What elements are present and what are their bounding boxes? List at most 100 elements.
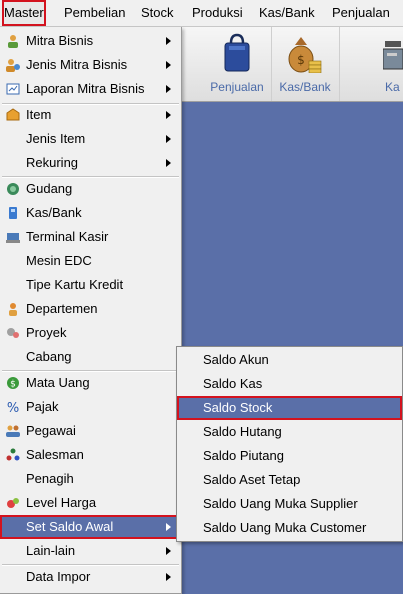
menu-item-lain-lain[interactable]: Lain-lain <box>0 539 181 563</box>
menu-item-label: Mata Uang <box>26 375 90 390</box>
cash-register-icon <box>383 41 403 70</box>
menu-item-set-saldo-awal[interactable]: Set Saldo Awal <box>0 515 181 539</box>
menu-item-label: Mitra Bisnis <box>26 33 94 48</box>
menu-item-pajak[interactable]: % Pajak <box>0 395 181 419</box>
menu-item-kas-bank[interactable]: Kas/Bank <box>0 201 181 225</box>
menu-item-label: Jenis Item <box>26 131 86 146</box>
percent-icon: % <box>6 400 20 414</box>
submenu-arrow-icon <box>166 37 171 45</box>
menu-item-proyek[interactable]: Proyek <box>0 321 181 345</box>
submenu-arrow-icon <box>166 61 171 69</box>
salesman-icon <box>6 448 20 462</box>
menu-item-tipe-kartu-kredit[interactable]: Tipe Kartu Kredit <box>0 273 181 297</box>
report-icon <box>6 82 20 96</box>
menu-item-label: Rekuring <box>26 155 79 170</box>
master-menu: Mitra Bisnis Jenis Mitra Bisnis Laporan … <box>0 27 182 594</box>
svg-text:%: % <box>7 401 19 414</box>
submenu-item-label: Saldo Kas <box>203 376 263 391</box>
toolbar-kasir-label: Ka <box>385 80 400 94</box>
menu-item-label: Jenis Mitra Bisnis <box>26 57 128 72</box>
submenu-arrow-icon <box>166 573 171 581</box>
menu-penjualan[interactable]: Penjualan <box>330 0 392 26</box>
menu-item-laporan-mitra-bisnis[interactable]: Laporan Mitra Bisnis <box>0 77 181 101</box>
toolbar-kas-bank-label: Kas/Bank <box>279 80 331 94</box>
department-icon <box>6 302 20 316</box>
submenu-arrow-icon <box>166 111 171 119</box>
menu-produksi[interactable]: Produksi <box>190 0 245 26</box>
submenu-item-label: Saldo Hutang <box>203 424 282 439</box>
saldo-awal-submenu: Saldo Akun Saldo Kas Saldo Stock Saldo H… <box>176 346 403 542</box>
menu-item-departemen[interactable]: Departemen <box>0 297 181 321</box>
menu-item-mitra-bisnis[interactable]: Mitra Bisnis <box>0 29 181 53</box>
menu-item-item[interactable]: Item <box>0 103 181 127</box>
employee-icon <box>6 424 20 438</box>
menu-item-mata-uang[interactable]: $ Mata Uang <box>0 371 181 395</box>
menu-item-mesin-edc[interactable]: Mesin EDC <box>0 249 181 273</box>
toolbar: Penjualan $ Kas/Bank Ka <box>181 27 403 102</box>
menu-item-label: Set Saldo Awal <box>26 519 114 534</box>
partner-icon <box>6 34 20 48</box>
menu-item-label: Proyek <box>26 325 67 340</box>
menu-item-cabang[interactable]: Cabang <box>0 345 181 369</box>
menu-item-terminal-kasir[interactable]: Terminal Kasir <box>0 225 181 249</box>
menu-item-level-harga[interactable]: Level Harga <box>0 491 181 515</box>
submenu-arrow-icon <box>166 547 171 555</box>
submenu-item-saldo-uang-muka-customer[interactable]: Saldo Uang Muka Customer <box>177 516 402 540</box>
menu-item-label: Level Harga <box>26 495 97 510</box>
toolbar-kasir-button[interactable]: Ka <box>379 27 403 101</box>
submenu-item-label: Saldo Piutang <box>203 448 284 463</box>
submenu-item-label: Saldo Uang Muka Supplier <box>203 496 358 511</box>
submenu-item-saldo-hutang[interactable]: Saldo Hutang <box>177 420 402 444</box>
submenu-item-label: Saldo Uang Muka Customer <box>203 520 367 535</box>
submenu-item-saldo-aset-tetap[interactable]: Saldo Aset Tetap <box>177 468 402 492</box>
menu-item-label: Mesin EDC <box>26 253 92 268</box>
menu-item-label: Data Impor <box>26 569 91 584</box>
terminal-icon <box>6 230 20 244</box>
toolbar-kas-bank-button[interactable]: $ Kas/Bank <box>271 27 340 101</box>
currency-icon: $ <box>6 376 20 390</box>
shopping-bag-icon <box>224 33 250 72</box>
toolbar-penjualan-label: Penjualan <box>210 80 264 94</box>
bank-icon <box>6 206 20 220</box>
menu-item-data-impor[interactable]: Data Impor <box>0 565 181 589</box>
menu-item-salesman[interactable]: Salesman <box>0 443 181 467</box>
submenu-item-saldo-uang-muka-supplier[interactable]: Saldo Uang Muka Supplier <box>177 492 402 516</box>
price-level-icon <box>6 496 20 510</box>
toolbar-penjualan-button[interactable]: Penjualan <box>203 27 272 101</box>
menu-item-label: Pajak <box>26 399 59 414</box>
menu-kas-bank[interactable]: Kas/Bank <box>257 0 317 26</box>
menu-item-label: Laporan Mitra Bisnis <box>26 81 145 96</box>
submenu-arrow-icon <box>166 85 171 93</box>
menu-item-label: Penagih <box>26 471 74 486</box>
menu-item-gudang[interactable]: Gudang <box>0 177 181 201</box>
submenu-item-saldo-kas[interactable]: Saldo Kas <box>177 372 402 396</box>
menu-item-label: Item <box>26 107 52 122</box>
menu-item-label: Pegawai <box>26 423 76 438</box>
menu-master[interactable]: Master <box>2 0 46 26</box>
submenu-arrow-icon <box>166 523 171 531</box>
submenu-item-label: Saldo Stock <box>203 400 273 415</box>
submenu-item-saldo-piutang[interactable]: Saldo Piutang <box>177 444 402 468</box>
money-bag-icon: $ <box>288 37 322 73</box>
menu-item-label: Gudang <box>26 181 73 196</box>
submenu-item-saldo-stock[interactable]: Saldo Stock <box>177 396 402 420</box>
submenu-arrow-icon <box>166 159 171 167</box>
menu-item-pegawai[interactable]: Pegawai <box>0 419 181 443</box>
menu-item-jenis-item[interactable]: Jenis Item <box>0 127 181 151</box>
menu-item-jenis-mitra-bisnis[interactable]: Jenis Mitra Bisnis <box>0 53 181 77</box>
item-icon <box>6 108 20 122</box>
menu-item-label: Cabang <box>26 349 72 364</box>
warehouse-icon <box>6 182 20 196</box>
submenu-item-label: Saldo Aset Tetap <box>203 472 301 487</box>
menu-pembelian[interactable]: Pembelian <box>62 0 127 26</box>
project-icon <box>6 326 20 340</box>
menu-item-penagih[interactable]: Penagih <box>0 467 181 491</box>
menu-item-label: Terminal Kasir <box>26 229 109 244</box>
submenu-arrow-icon <box>166 135 171 143</box>
menu-bar: Master Pembelian Stock Produksi Kas/Bank… <box>0 0 403 27</box>
menu-item-label: Tipe Kartu Kredit <box>26 277 124 292</box>
menu-stock[interactable]: Stock <box>139 0 176 26</box>
menu-item-rekuring[interactable]: Rekuring <box>0 151 181 175</box>
submenu-item-label: Saldo Akun <box>203 352 269 367</box>
submenu-item-saldo-akun[interactable]: Saldo Akun <box>177 348 402 372</box>
